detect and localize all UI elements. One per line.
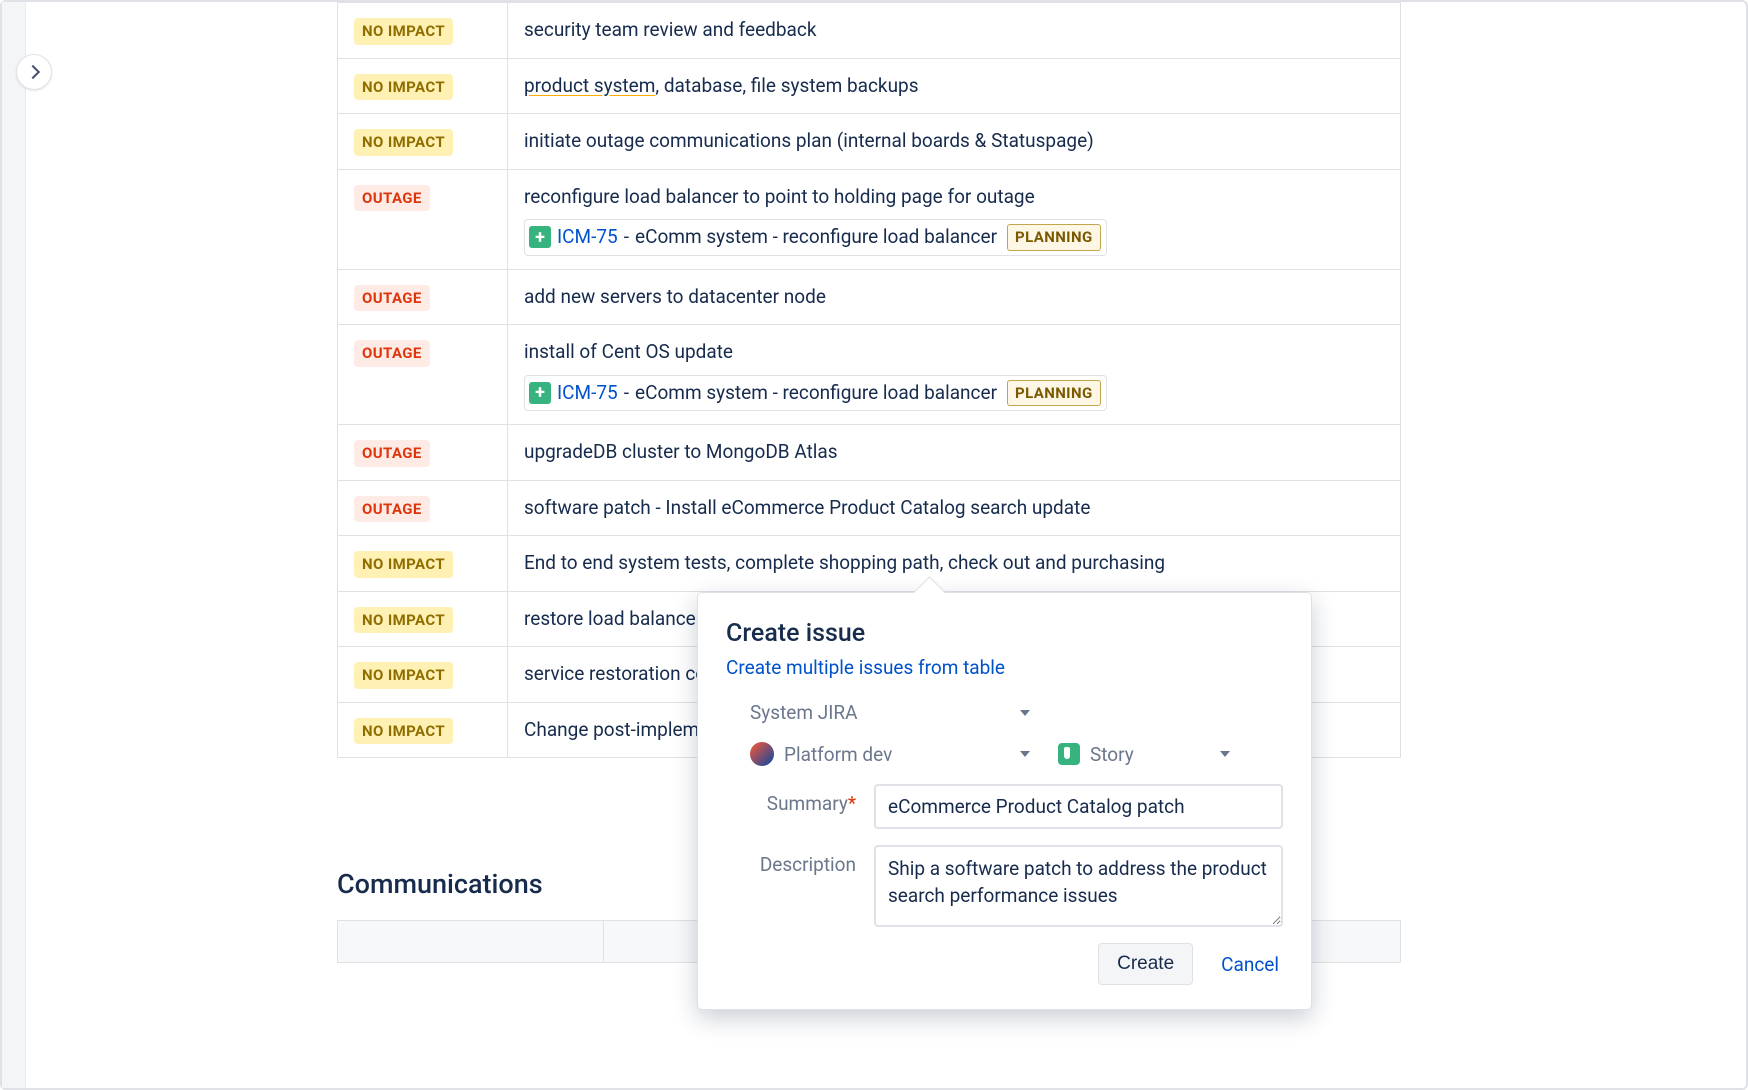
task-description: product system, database, file system ba…: [524, 72, 1384, 101]
impact-cell: NO IMPACT: [338, 58, 508, 114]
description-cell[interactable]: upgradeDB cluster to MongoDB Atlas: [508, 425, 1401, 481]
create-issue-popover: Create issue Create multiple issues from…: [697, 592, 1312, 1010]
chevron-right-icon: [25, 65, 39, 79]
description-cell[interactable]: reconfigure load balancer to point to ho…: [508, 169, 1401, 269]
linked-issue-chip[interactable]: +ICM-75 - eComm system - reconfigure loa…: [524, 219, 1107, 256]
description-textarea[interactable]: [874, 845, 1283, 927]
outage-badge: OUTAGE: [354, 185, 430, 212]
table-row: NO IMPACT initiate outage communications …: [338, 114, 1401, 170]
status-badge: PLANNING: [1007, 224, 1101, 251]
no-impact-badge: NO IMPACT: [354, 718, 453, 745]
description-cell[interactable]: software patch - Install eCommerce Produ…: [508, 480, 1401, 536]
task-description: upgradeDB cluster to MongoDB Atlas: [524, 438, 1384, 467]
table-row: NO IMPACT product system, database, file …: [338, 58, 1401, 114]
project-avatar-icon: [750, 742, 774, 766]
description-cell[interactable]: security team review and feedback: [508, 3, 1401, 59]
collapsed-sidebar: [2, 2, 26, 1088]
cancel-button[interactable]: Cancel: [1217, 944, 1283, 985]
issue-summary: eComm system - reconfigure load balancer: [635, 223, 997, 252]
description-cell[interactable]: install of Cent OS update+ICM-75 - eComm…: [508, 325, 1401, 425]
linked-issue-chip[interactable]: +ICM-75 - eComm system - reconfigure loa…: [524, 375, 1107, 412]
popover-title: Create issue: [726, 619, 1283, 648]
table-row: NO IMPACT security team review and feedba…: [338, 3, 1401, 59]
task-description: reconfigure load balancer to point to ho…: [524, 183, 1384, 212]
description-cell[interactable]: product system, database, file system ba…: [508, 58, 1401, 114]
table-row: OUTAGEinstall of Cent OS update+ICM-75 -…: [338, 325, 1401, 425]
summary-input[interactable]: [874, 784, 1283, 829]
add-issue-icon: +: [529, 382, 551, 404]
no-impact-badge: NO IMPACT: [354, 662, 453, 689]
chevron-down-icon: [1020, 710, 1030, 716]
impact-cell: NO IMPACT: [338, 3, 508, 59]
outage-badge: OUTAGE: [354, 340, 430, 367]
impact-cell: OUTAGE: [338, 169, 508, 269]
impact-cell: NO IMPACT: [338, 591, 508, 647]
table-row: NO IMPACT End to end system tests, comple…: [338, 536, 1401, 592]
table-row: OUTAGE add new servers to datacenter node: [338, 269, 1401, 325]
project-select[interactable]: Platform dev: [750, 742, 1030, 766]
impact-cell: OUTAGE: [338, 269, 508, 325]
impact-cell: OUTAGE: [338, 425, 508, 481]
no-impact-badge: NO IMPACT: [354, 129, 453, 156]
story-icon: [1058, 743, 1080, 765]
issuetype-select-value: Story: [1090, 743, 1134, 766]
impact-cell: NO IMPACT: [338, 536, 508, 592]
create-button[interactable]: Create: [1098, 943, 1193, 985]
add-issue-icon: +: [529, 226, 551, 248]
app-frame: NO IMPACT security team review and feedba…: [0, 0, 1748, 1090]
no-impact-badge: NO IMPACT: [354, 607, 453, 634]
no-impact-badge: NO IMPACT: [354, 18, 453, 45]
issue-key: ICM-75: [557, 379, 618, 408]
description-cell[interactable]: End to end system tests, complete shoppi…: [508, 536, 1401, 592]
task-description: End to end system tests, complete shoppi…: [524, 549, 1384, 578]
impact-cell: NO IMPACT: [338, 702, 508, 758]
task-description: install of Cent OS update: [524, 338, 1384, 367]
create-multiple-link[interactable]: Create multiple issues from table: [726, 656, 1005, 679]
server-select-value: System JIRA: [750, 701, 858, 724]
no-impact-badge: NO IMPACT: [354, 74, 453, 101]
description-label: Description: [726, 845, 856, 876]
impact-cell: OUTAGE: [338, 325, 508, 425]
status-badge: PLANNING: [1007, 380, 1101, 407]
description-cell[interactable]: add new servers to datacenter node: [508, 269, 1401, 325]
issuetype-select[interactable]: Story: [1058, 743, 1230, 766]
task-description: security team review and feedback: [524, 16, 1384, 45]
issue-key: ICM-75: [557, 223, 618, 252]
table-row: OUTAGE software patch - Install eCommerce…: [338, 480, 1401, 536]
outage-badge: OUTAGE: [354, 440, 430, 467]
chevron-down-icon: [1220, 751, 1230, 757]
task-description: add new servers to datacenter node: [524, 283, 1384, 312]
impact-cell: NO IMPACT: [338, 114, 508, 170]
chevron-down-icon: [1020, 751, 1030, 757]
sidebar-expand-button[interactable]: [16, 54, 52, 90]
table-row: OUTAGE reconfigure load balancer to point…: [338, 169, 1401, 269]
server-select[interactable]: System JIRA: [750, 701, 1030, 724]
table-row: OUTAGE upgradeDB cluster to MongoDB Atlas: [338, 425, 1401, 481]
outage-badge: OUTAGE: [354, 285, 430, 312]
impact-cell: NO IMPACT: [338, 647, 508, 703]
impact-cell: OUTAGE: [338, 480, 508, 536]
issue-summary: eComm system - reconfigure load balancer: [635, 379, 997, 408]
summary-label: Summary*: [726, 784, 856, 815]
description-cell[interactable]: initiate outage communications plan (int…: [508, 114, 1401, 170]
outage-badge: OUTAGE: [354, 496, 430, 523]
no-impact-badge: NO IMPACT: [354, 551, 453, 578]
task-description: initiate outage communications plan (int…: [524, 127, 1384, 156]
project-select-value: Platform dev: [784, 743, 892, 766]
task-description: software patch - Install eCommerce Produ…: [524, 494, 1384, 523]
